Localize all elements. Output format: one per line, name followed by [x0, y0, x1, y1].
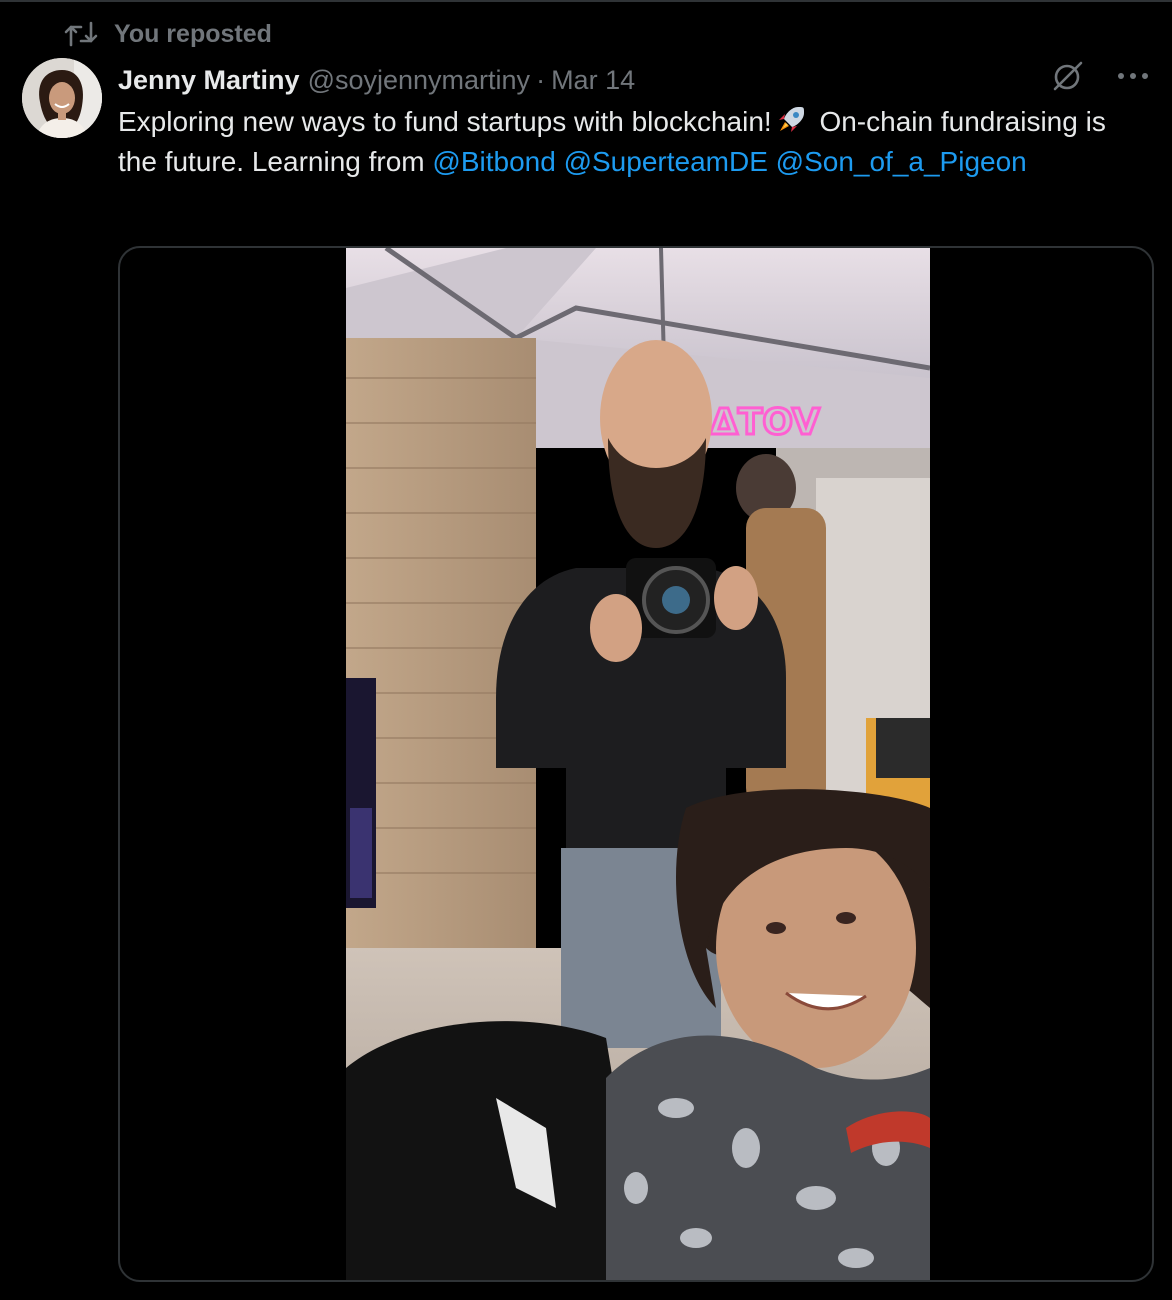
header-separator: · [536, 64, 546, 95]
author-handle[interactable]: @soyjennymartiny [308, 65, 531, 96]
post-text-part1: Exploring new ways to fund startups with… [118, 106, 772, 137]
top-divider [0, 0, 1172, 2]
avatar-photo-icon [22, 58, 102, 138]
media-container[interactable]: ΔTOV [118, 246, 1154, 1282]
more-icon[interactable] [1116, 71, 1150, 81]
mention-link[interactable]: @Son_of_a_Pigeon [776, 146, 1027, 177]
repost-label: You reposted [114, 19, 272, 48]
video-player[interactable]: ΔTOV [346, 248, 930, 1280]
neon-sign: ΔTOV [710, 402, 820, 443]
repost-context[interactable]: You reposted [64, 18, 272, 50]
header-actions [1050, 58, 1150, 94]
post-text: Exploring new ways to fund startups with… [118, 102, 1118, 182]
rocket-emoji-icon [776, 103, 808, 135]
video-frame: ΔTOV [346, 248, 930, 1280]
author-name[interactable]: Jenny Martiny [118, 65, 300, 96]
repost-icon [64, 19, 98, 49]
author-avatar[interactable] [22, 58, 102, 138]
post-date[interactable]: Mar 14 [551, 65, 635, 96]
post-header: Jenny Martiny @soyjennymartiny · Mar 14 [118, 60, 635, 100]
mention-link[interactable]: @SuperteamDE [564, 146, 768, 177]
mention-link[interactable]: @Bitbond [432, 146, 555, 177]
grok-icon[interactable] [1050, 58, 1086, 94]
